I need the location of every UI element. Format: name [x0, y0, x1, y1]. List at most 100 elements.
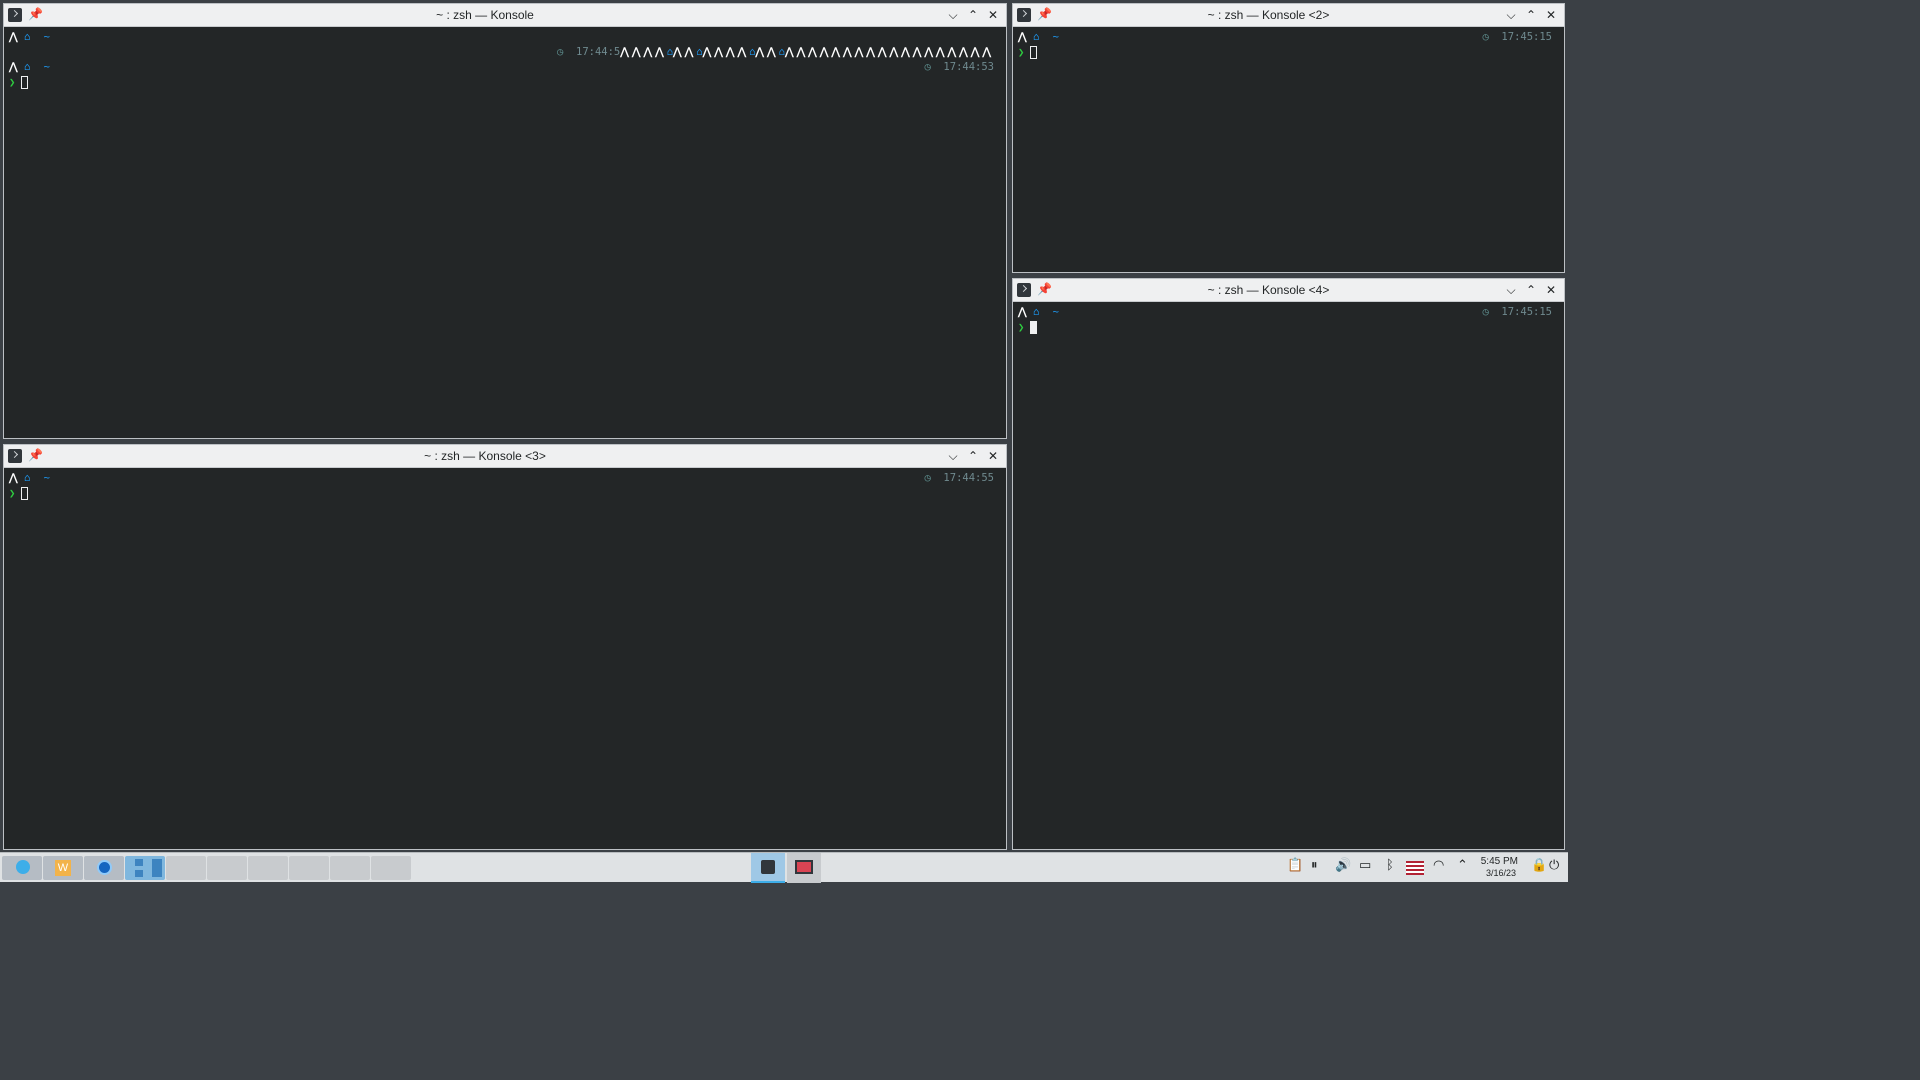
input-line[interactable]: ❯: [9, 487, 994, 502]
media-pause-icon[interactable]: ⏸: [1311, 858, 1318, 873]
wifi-icon[interactable]: ◠: [1433, 858, 1444, 873]
right-prompt-time: ◷ 17:44:53: [924, 61, 994, 73]
close-button[interactable]: ✕: [1542, 281, 1560, 299]
window-title: ~ : zsh — Konsole <3>: [424, 449, 546, 463]
pin-icon[interactable]: 📌: [1037, 282, 1052, 296]
input-line[interactable]: ❯: [9, 76, 994, 91]
pager-desktop-5[interactable]: [289, 856, 329, 880]
konsole-window-1[interactable]: 📌 ~ : zsh — Konsole ⌵ ⌃ ✕ ⋀ ⌂ ~ ◷ 17:44:…: [3, 3, 1007, 439]
screenshot-app-icon: [795, 860, 813, 874]
cursor: [21, 76, 29, 89]
pin-icon[interactable]: 📌: [28, 448, 43, 462]
pager-desktop-6[interactable]: [330, 856, 370, 880]
window-title: ~ : zsh — Konsole: [436, 8, 534, 22]
konsole-window-2[interactable]: 📌 ~ : zsh — Konsole <2> ⌵ ⌃ ✕ ⋀ ⌂ ~ ◷ 17…: [1012, 3, 1565, 273]
home-icon: ⌂: [23, 31, 31, 43]
input-line[interactable]: ❯: [1018, 321, 1552, 336]
titlebar[interactable]: 📌 ~ : zsh — Konsole <2> ⌵ ⌃ ✕: [1013, 4, 1564, 27]
home-icon: ⌂: [1032, 31, 1040, 43]
arch-icon: ⋀: [9, 61, 18, 73]
close-button[interactable]: ✕: [1542, 6, 1560, 24]
minimize-button[interactable]: ⌵: [944, 6, 962, 24]
arch-icon: ⋀: [1018, 306, 1027, 318]
clock-icon: ◷: [1482, 31, 1489, 43]
home-icon: ⌂: [1032, 306, 1040, 318]
prompt-line: ⋀ ⌂ ~ ◷ 17:45:15: [1018, 31, 1552, 43]
terminal-app-icon[interactable]: [8, 449, 22, 463]
taskbar-browser[interactable]: [84, 856, 124, 880]
clock-time[interactable]: 5:45 PM: [1481, 856, 1518, 867]
taskbar-konsole[interactable]: [751, 853, 785, 883]
terminal-area[interactable]: ⋀ ⌂ ~ ◷ 17:44:55 ❯: [4, 468, 1006, 849]
pin-icon[interactable]: 📌: [28, 7, 43, 21]
taskbar-app-w[interactable]: W: [43, 856, 83, 880]
power-icon[interactable]: ⏻: [1549, 858, 1559, 873]
arch-icon: ⋀⋀⋀⋀: [620, 46, 667, 58]
maximize-button[interactable]: ⌃: [964, 6, 982, 24]
titlebar[interactable]: 📌 ~ : zsh — Konsole <4> ⌵ ⌃ ✕: [1013, 279, 1564, 302]
right-prompt-time: ◷ 17:45:15: [1482, 31, 1552, 43]
konsole-window-3[interactable]: 📌 ~ : zsh — Konsole <3> ⌵ ⌃ ✕ ⋀ ⌂ ~ ◷ 17…: [3, 444, 1007, 850]
konsole-window-4[interactable]: 📌 ~ : zsh — Konsole <4> ⌵ ⌃ ✕ ⋀ ⌂ ~ ◷ 17…: [1012, 278, 1565, 850]
terminal-area[interactable]: ⋀ ⌂ ~ ◷ 17:45:15 ❯: [1013, 302, 1564, 849]
terminal-app-icon[interactable]: [8, 8, 22, 22]
input-line[interactable]: ❯: [1018, 46, 1552, 61]
terminal-area[interactable]: ⋀ ⌂ ~ ◷ 17:45:15 ❯: [1013, 27, 1564, 272]
lock-icon[interactable]: 🔒: [1531, 858, 1547, 873]
terminal-app-icon[interactable]: [1017, 8, 1031, 22]
battery-icon[interactable]: ▭: [1359, 858, 1371, 873]
window-title: ~ : zsh — Konsole <2>: [1207, 8, 1330, 22]
w-app-icon: W: [55, 860, 71, 876]
pager-desktop-7[interactable]: [371, 856, 411, 880]
home-icon: ⌂: [23, 61, 31, 73]
close-button[interactable]: ✕: [984, 447, 1002, 465]
clock-icon: ◷: [924, 61, 931, 73]
clock-icon: ◷: [1482, 306, 1489, 318]
maximize-button[interactable]: ⌃: [1522, 281, 1540, 299]
clock-icon: ◷: [557, 46, 564, 58]
terminal-area[interactable]: ⋀ ⌂ ~ ◷ 17:44:5⋀⋀⋀⋀⌂⋀⋀⌂⋀⋀⋀⋀⌂⋀⋀⌂⋀⋀⋀⋀⋀⋀⋀⋀⋀…: [4, 27, 1006, 438]
arch-icon: ⋀: [1018, 31, 1027, 43]
arch-icon: ⋀⋀⋀⋀: [702, 46, 750, 58]
pin-icon[interactable]: 📌: [1037, 7, 1052, 21]
close-button[interactable]: ✕: [984, 6, 1002, 24]
titlebar[interactable]: 📌 ~ : zsh — Konsole <3> ⌵ ⌃ ✕: [4, 445, 1006, 468]
titlebar[interactable]: 📌 ~ : zsh — Konsole ⌵ ⌃ ✕: [4, 4, 1006, 27]
pager-desktop-4[interactable]: [248, 856, 288, 880]
clock-date[interactable]: 3/16/23: [1486, 868, 1516, 878]
prompt-symbol: ❯: [1018, 46, 1025, 59]
garbled-right-prompt: ◷ 17:44:5⋀⋀⋀⋀⌂⋀⋀⌂⋀⋀⋀⋀⌂⋀⋀⌂⋀⋀⋀⋀⋀⋀⋀⋀⋀⋀⋀⋀⋀⋀⋀…: [557, 46, 994, 58]
pager-desktop-3[interactable]: [207, 856, 247, 880]
minimize-button[interactable]: ⌵: [1502, 6, 1520, 24]
taskbar-screenshot-app[interactable]: [787, 853, 821, 883]
prompt-line: ⋀ ⌂ ~ ◷ 17:44:53: [9, 61, 994, 73]
pager-desktop-2[interactable]: [166, 856, 206, 880]
prompt-line: ⋀ ⌂ ~ ◷ 17:44:55: [9, 472, 994, 484]
chevron-up-icon[interactable]: ⌃: [1457, 858, 1468, 873]
maximize-button[interactable]: ⌃: [1522, 6, 1540, 24]
arch-icon: ⋀⋀: [673, 46, 697, 58]
pager-desktop-1[interactable]: [125, 856, 165, 880]
cursor: [1030, 321, 1038, 334]
arch-icon: ⋀: [9, 31, 18, 43]
clock-icon: ◷: [924, 472, 931, 484]
cursor: [21, 487, 29, 500]
taskbar: W 📋 ⏸ 🔊 ▭ ᛒ ◠ ⌃ 5:45 PM 3/16/23 🔒 ⏻: [0, 852, 1568, 883]
right-prompt-time: ◷ 17:44:55: [924, 472, 994, 484]
prompt-symbol: ❯: [9, 487, 16, 500]
window-title: ~ : zsh — Konsole <4>: [1207, 283, 1330, 297]
maximize-button[interactable]: ⌃: [964, 447, 982, 465]
terminal-app-icon: [761, 860, 775, 874]
prompt-symbol: ❯: [1018, 321, 1025, 334]
bluetooth-icon[interactable]: ᛒ: [1386, 858, 1394, 873]
arch-icon: ⋀⋀⋀⋀⋀⋀⋀⋀⋀⋀⋀⋀⋀⋀⋀⋀⋀⋀: [784, 46, 994, 58]
minimize-button[interactable]: ⌵: [944, 447, 962, 465]
keyboard-layout-flag-icon[interactable]: [1406, 861, 1424, 875]
volume-icon[interactable]: 🔊: [1335, 858, 1351, 873]
terminal-app-icon[interactable]: [1017, 283, 1031, 297]
prompt-symbol: ❯: [9, 76, 16, 89]
home-icon: ⌂: [23, 472, 31, 484]
clipboard-icon[interactable]: 📋: [1287, 858, 1303, 873]
minimize-button[interactable]: ⌵: [1502, 281, 1520, 299]
app-launcher-button[interactable]: [2, 856, 42, 880]
